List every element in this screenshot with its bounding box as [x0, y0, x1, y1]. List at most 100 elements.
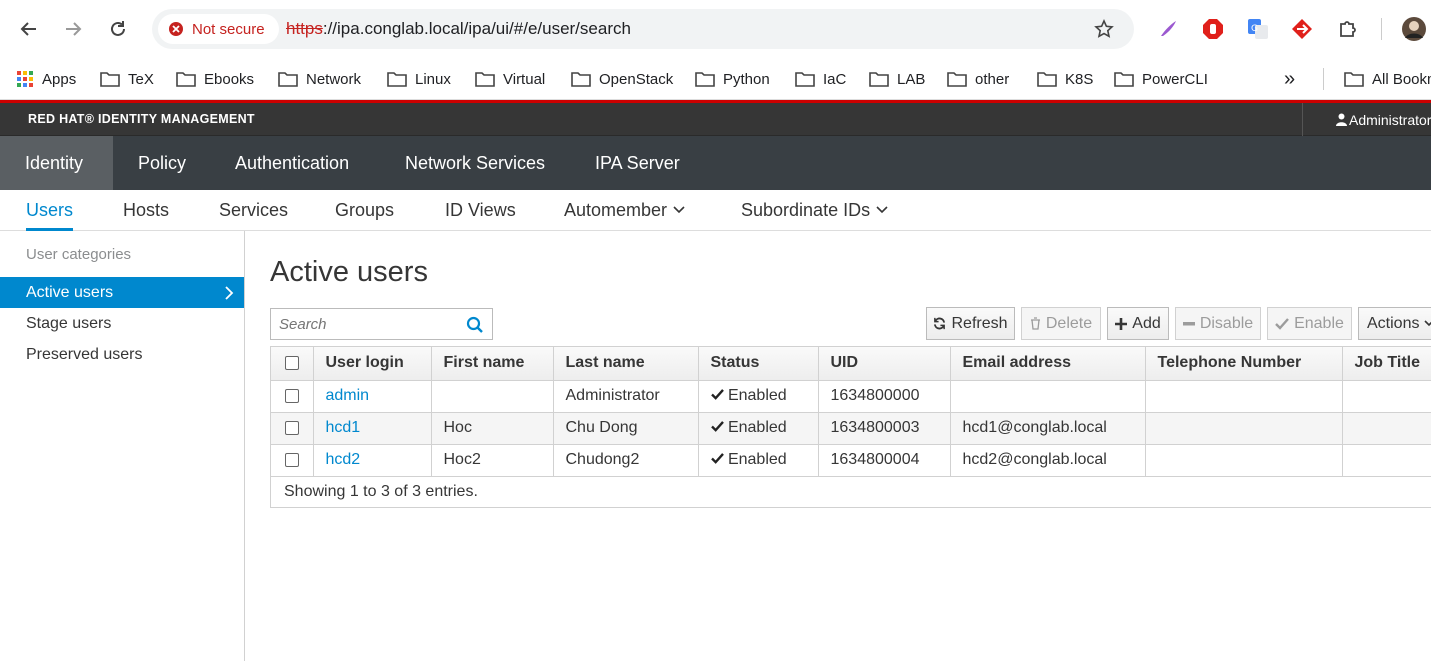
- bookmark-folder-lab[interactable]: LAB: [869, 66, 925, 92]
- column-header-first-name[interactable]: First name: [431, 347, 554, 381]
- search-input[interactable]: [271, 309, 461, 339]
- email-cell: [950, 380, 1146, 413]
- user-login-link[interactable]: admin: [313, 380, 432, 413]
- tab-users[interactable]: Users: [26, 190, 74, 231]
- sidebar-item-preserved-users[interactable]: Preserved users: [0, 339, 244, 370]
- profile-avatar[interactable]: [1400, 15, 1428, 43]
- table-row: admin Administrator Enabled 1634800000: [271, 380, 1431, 413]
- sidebar-item-active-users[interactable]: Active users: [0, 277, 244, 308]
- column-header-status[interactable]: Status: [698, 347, 819, 381]
- folder-icon: [387, 72, 407, 87]
- primary-tab-identity[interactable]: Identity: [0, 136, 113, 190]
- column-header-telephone[interactable]: Telephone Number: [1145, 347, 1343, 381]
- extension-translate-icon[interactable]: G: [1244, 15, 1272, 43]
- bookmark-folder-iac[interactable]: IaC: [795, 66, 846, 92]
- first-name-cell: Hoc2: [431, 444, 554, 477]
- tab-groups[interactable]: Groups: [335, 190, 394, 230]
- sidebar-item-stage-users[interactable]: Stage users: [0, 308, 244, 339]
- arrow-left-icon: [20, 22, 36, 36]
- column-header-user-login[interactable]: User login: [313, 347, 432, 381]
- check-icon: [710, 421, 724, 432]
- check-icon: [710, 453, 724, 464]
- extension-adblock-icon[interactable]: [1199, 15, 1227, 43]
- pagination-summary: Showing 1 to 3 of 3 entries.: [271, 476, 1431, 507]
- user-icon: [1336, 113, 1347, 126]
- user-name: Administrator: [1349, 111, 1431, 128]
- job-title-cell: [1342, 380, 1431, 413]
- actions-dropdown[interactable]: Actions: [1358, 307, 1431, 340]
- bookmark-folder-ebooks[interactable]: Ebooks: [176, 66, 254, 92]
- disable-button[interactable]: Disable: [1175, 307, 1261, 340]
- bookmark-folder-linux[interactable]: Linux: [387, 66, 451, 92]
- bookmark-folder-tex[interactable]: TeX: [100, 66, 154, 92]
- last-name-cell: Chu Dong: [553, 412, 699, 445]
- tab-hosts[interactable]: Hosts: [123, 190, 169, 230]
- extensions-puzzle-icon[interactable]: [1334, 15, 1362, 43]
- enable-button[interactable]: Enable: [1267, 307, 1352, 340]
- bookmark-folder-network[interactable]: Network: [278, 66, 361, 92]
- column-header-uid[interactable]: UID: [818, 347, 951, 381]
- reload-button[interactable]: [103, 14, 133, 44]
- user-menu[interactable]: Administrator: [1302, 103, 1431, 136]
- table-header-row: User login First name Last name Status U…: [271, 347, 1431, 381]
- delete-button[interactable]: Delete: [1021, 307, 1101, 340]
- chevron-right-icon: [225, 286, 234, 300]
- check-icon: [1275, 317, 1289, 330]
- bookmark-all-bookmarks[interactable]: All Bookmarks: [1344, 66, 1431, 92]
- bookmark-folder-python[interactable]: Python: [695, 66, 770, 92]
- bookmarks-overflow[interactable]: »: [1284, 66, 1295, 92]
- row-select-checkbox[interactable]: [271, 444, 314, 477]
- bookmark-apps[interactable]: Apps: [16, 66, 76, 92]
- folder-icon: [1344, 72, 1364, 87]
- refresh-button[interactable]: Refresh: [926, 307, 1015, 340]
- sidebar-title: User categories: [26, 246, 132, 263]
- column-header-job-title[interactable]: Job Title: [1342, 347, 1431, 381]
- minus-icon: [1182, 321, 1195, 325]
- tab-services[interactable]: Services: [219, 190, 288, 230]
- table-footer-row: Showing 1 to 3 of 3 entries.: [271, 476, 1431, 507]
- tab-subordinate-ids[interactable]: Subordinate IDs: [741, 190, 888, 230]
- bookmarks-bar: Apps TeX Ebooks Network Linux Virtual OpenSta…: [0, 58, 1431, 100]
- star-icon[interactable]: [1094, 19, 1114, 39]
- bookmark-folder-powercli[interactable]: PowerCLI: [1114, 66, 1208, 92]
- select-all-checkbox[interactable]: [271, 347, 314, 381]
- user-login-link[interactable]: hcd1: [313, 412, 432, 445]
- search-icon[interactable]: [466, 316, 484, 334]
- column-header-email[interactable]: Email address: [950, 347, 1146, 381]
- primary-tab-policy[interactable]: Policy: [113, 136, 211, 190]
- bookmark-folder-k8s[interactable]: K8S: [1037, 66, 1093, 92]
- bookmark-folder-virtual[interactable]: Virtual: [475, 66, 545, 92]
- brand-logo-text: RED HAT® IDENTITY MANAGEMENT: [28, 112, 255, 126]
- bookmark-folder-openstack[interactable]: OpenStack: [571, 66, 673, 92]
- tab-id-views[interactable]: ID Views: [445, 190, 516, 230]
- add-button[interactable]: Add: [1107, 307, 1169, 340]
- forward-button[interactable]: [58, 14, 88, 44]
- primary-tab-network-services[interactable]: Network Services: [380, 136, 570, 190]
- status-cell: Enabled: [698, 380, 819, 413]
- row-select-checkbox[interactable]: [271, 380, 314, 413]
- check-icon: [710, 389, 724, 400]
- checkbox-icon[interactable]: [284, 356, 299, 371]
- url-text[interactable]: https://ipa.conglab.local/ipa/ui/#/e/use…: [286, 19, 631, 39]
- first-name-cell: [431, 380, 554, 413]
- bookmark-folder-other[interactable]: other: [947, 66, 1009, 92]
- last-name-cell: Administrator: [553, 380, 699, 413]
- security-chip[interactable]: Not secure: [158, 14, 279, 44]
- primary-tab-authentication[interactable]: Authentication: [210, 136, 374, 190]
- back-button[interactable]: [14, 14, 44, 44]
- folder-icon: [475, 72, 495, 87]
- tab-automember[interactable]: Automember: [564, 190, 685, 230]
- email-cell: hcd1@conglab.local: [950, 412, 1146, 445]
- row-select-checkbox[interactable]: [271, 412, 314, 445]
- extension-diamond-icon[interactable]: [1288, 15, 1316, 43]
- user-login-link[interactable]: hcd2: [313, 444, 432, 477]
- primary-tab-ipa-server[interactable]: IPA Server: [570, 136, 705, 190]
- refresh-icon: [934, 317, 946, 330]
- page-title: Active users: [270, 256, 428, 288]
- extension-pen-icon[interactable]: [1154, 15, 1182, 43]
- address-bar[interactable]: Not secure https://ipa.conglab.local/ipa…: [152, 9, 1134, 49]
- column-header-last-name[interactable]: Last name: [553, 347, 699, 381]
- status-cell: Enabled: [698, 444, 819, 477]
- trash-icon: [1030, 317, 1040, 330]
- folder-icon: [869, 72, 889, 87]
